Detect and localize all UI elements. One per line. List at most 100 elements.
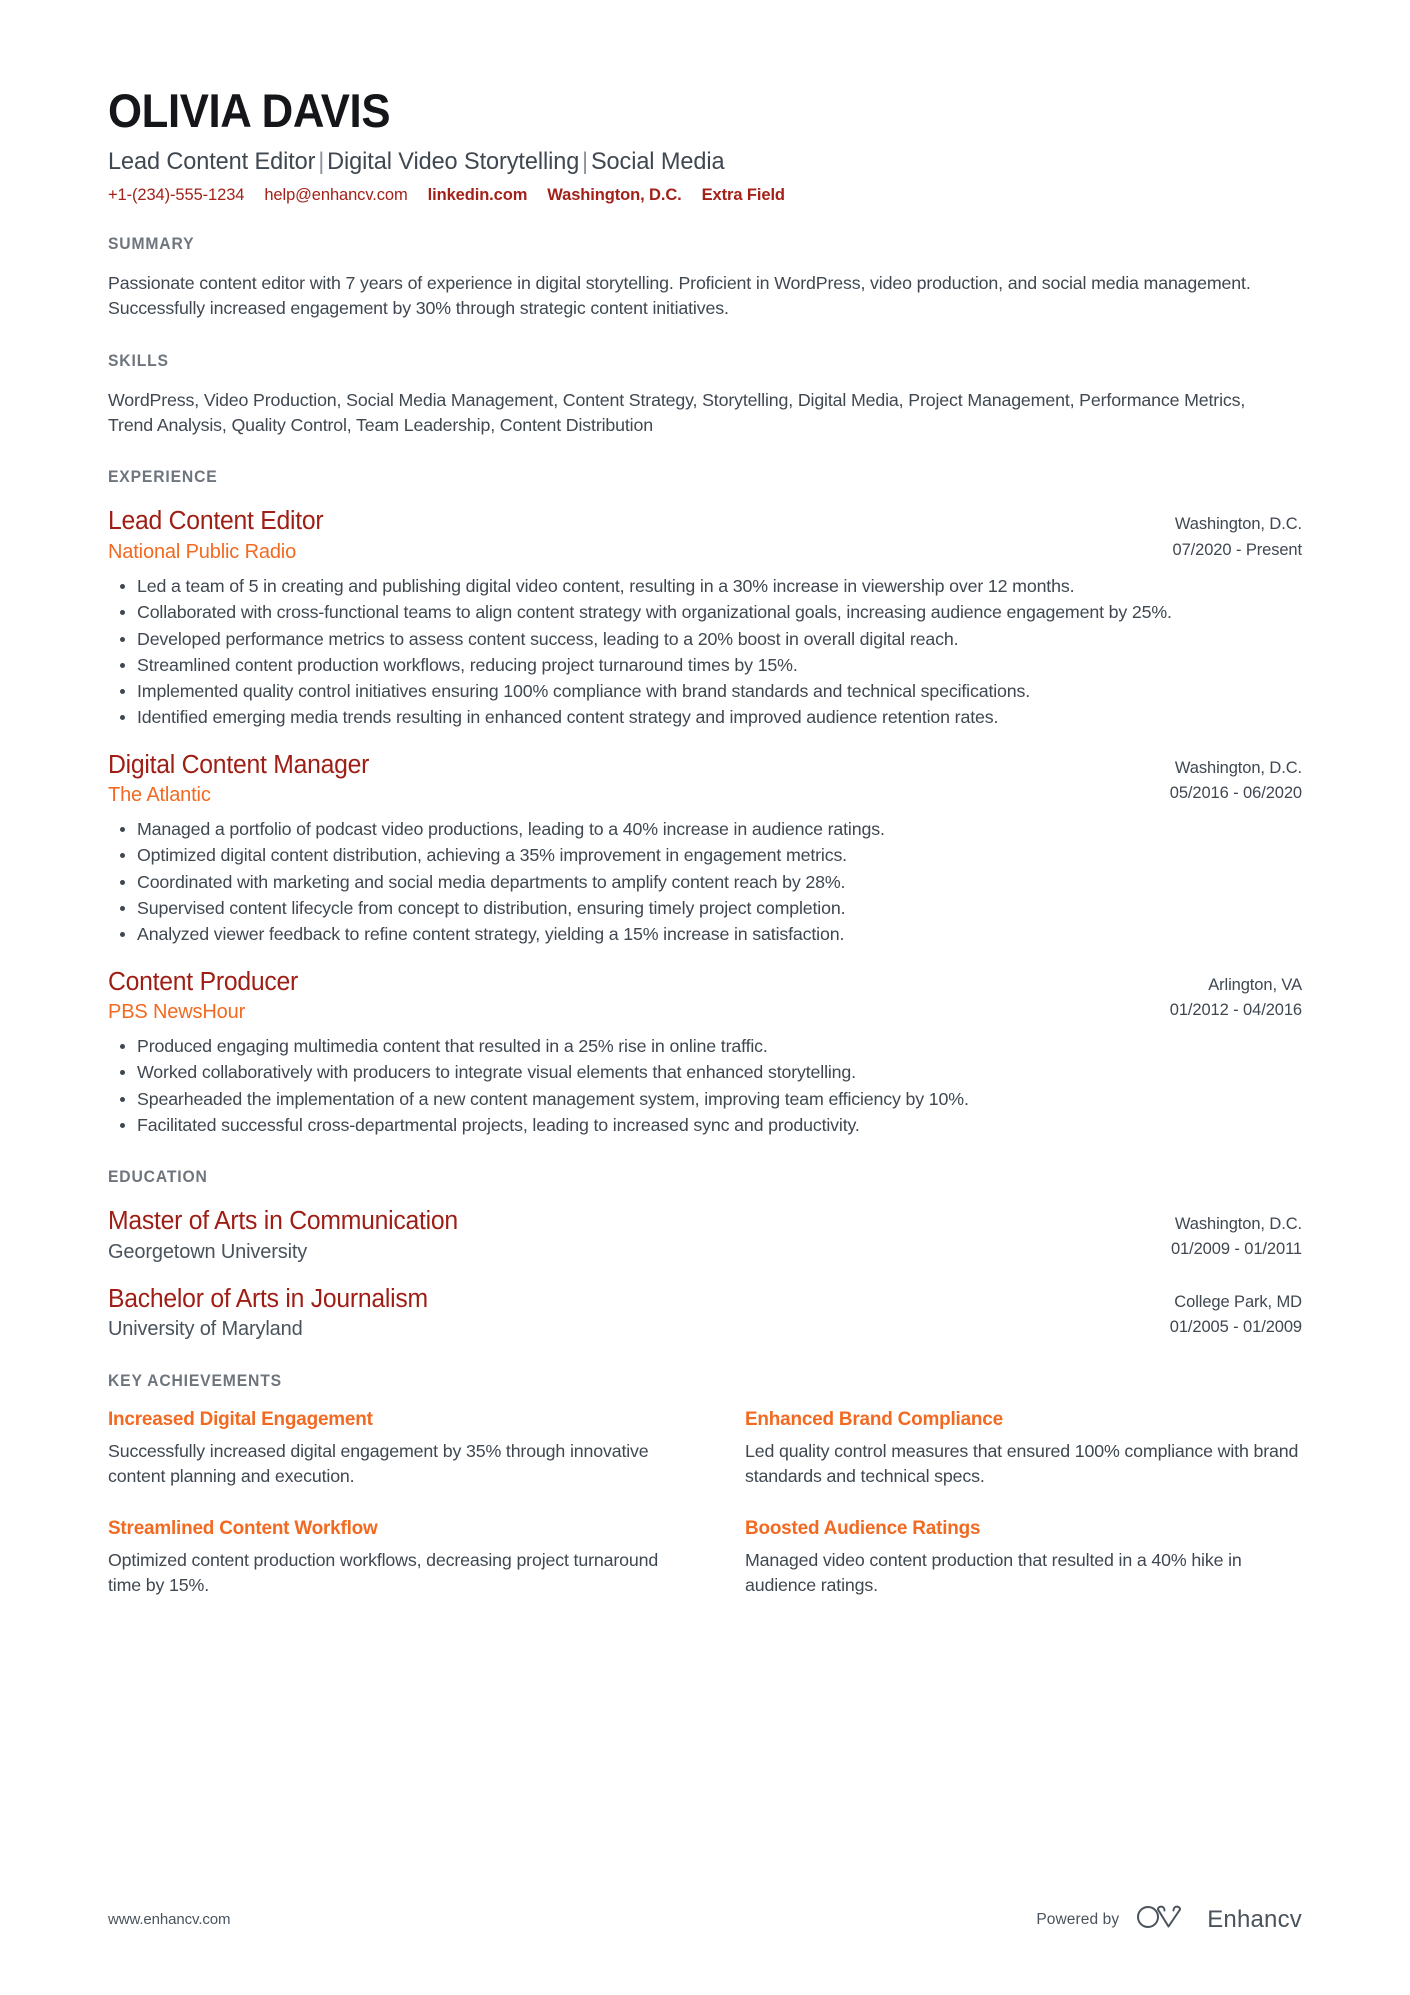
headline-part-1: Lead Content Editor	[108, 147, 316, 175]
section-experience: EXPERIENCE Lead Content Editor National …	[108, 468, 1302, 1138]
experience-entry-right: Washington, D.C. 05/2016 - 06/2020	[1170, 750, 1302, 806]
experience-role: Digital Content Manager	[108, 750, 370, 779]
achievement-title: Enhanced Brand Compliance	[745, 1408, 1003, 1431]
contact-location: Washington, D.C.	[547, 185, 682, 204]
education-school: Georgetown University	[108, 1240, 308, 1263]
education-entry: Bachelor of Arts in Journalism Universit…	[108, 1284, 1302, 1343]
experience-location: Arlington, VA	[1208, 975, 1302, 994]
headline-part-2: Digital Video Storytelling	[327, 147, 580, 175]
experience-bullet: Managed a portfolio of podcast video pro…	[120, 817, 1287, 842]
experience-entry: Digital Content Manager The Atlantic Was…	[108, 750, 1302, 948]
achievement-description: Managed video content production that re…	[745, 1549, 1242, 1595]
education-entry-header: Bachelor of Arts in Journalism Universit…	[108, 1284, 1302, 1343]
section-education: EDUCATION Master of Arts in Communicatio…	[108, 1168, 1302, 1342]
experience-entry: Lead Content Editor National Public Radi…	[108, 506, 1302, 730]
education-degree: Bachelor of Arts in Journalism	[108, 1284, 428, 1313]
education-dates: 01/2005 - 01/2009	[1169, 1317, 1302, 1336]
experience-bullet: Supervised content lifecycle from concep…	[120, 896, 1287, 921]
experience-bullet: Produced engaging multimedia content tha…	[120, 1034, 1287, 1059]
experience-bullet: Implemented quality control initiatives …	[120, 679, 1287, 704]
page-footer: www.enhancv.com Powered by Enhancv	[108, 1904, 1302, 1935]
skills-text: WordPress, Video Production, Social Medi…	[108, 389, 1246, 435]
contact-row: +1-(234)-555-1234 help@enhancv.com linke…	[108, 186, 1302, 205]
experience-entry-header: Digital Content Manager The Atlantic Was…	[108, 750, 1302, 809]
experience-company: National Public Radio	[108, 541, 297, 564]
experience-role: Lead Content Editor	[108, 507, 324, 536]
experience-entry-right: Washington, D.C. 07/2020 - Present	[1172, 506, 1303, 562]
experience-entry-right: Arlington, VA 01/2012 - 04/2016	[1170, 967, 1302, 1023]
contact-linkedin[interactable]: linkedin.com	[428, 186, 528, 205]
section-key-achievements: KEY ACHIEVEMENTS Increased Digital Engag…	[108, 1372, 1302, 1598]
contact-extra-field: Extra Field	[701, 185, 785, 204]
enhancv-brand-name: Enhancv	[1207, 1905, 1302, 1933]
experience-location: Washington, D.C.	[1174, 515, 1302, 534]
experience-dates: 01/2012 - 04/2016	[1169, 1000, 1302, 1019]
experience-bullet: Led a team of 5 in creating and publishi…	[120, 574, 1287, 599]
achievement-item: Increased Digital Engagement Successfull…	[108, 1407, 665, 1489]
education-entry-left: Bachelor of Arts in Journalism Universit…	[108, 1284, 1140, 1343]
resume-header: OLIVIA DAVIS Lead Content Editor | Digital…	[108, 86, 1302, 205]
experience-entry-left: Digital Content Manager The Atlantic	[108, 750, 1140, 809]
section-summary: SUMMARY Passionate content editor with 7…	[108, 235, 1302, 322]
experience-bullet: Analyzed viewer feedback to refine conte…	[120, 922, 1287, 947]
education-dates: 01/2009 - 01/2011	[1170, 1240, 1302, 1259]
footer-brand: Powered by Enhancv	[1036, 1904, 1302, 1935]
education-entry-right: Washington, D.C. 01/2009 - 01/2011	[1171, 1206, 1302, 1262]
contact-email[interactable]: help@enhancv.com	[264, 186, 407, 205]
achievement-description: Successfully increased digital engagemen…	[108, 1440, 649, 1487]
headline-separator-1: |	[318, 147, 325, 175]
experience-role: Content Producer	[108, 967, 298, 996]
education-entry-left: Master of Arts in Communication Georgeto…	[108, 1206, 1141, 1265]
achievement-item: Streamlined Content Workflow Optimized c…	[108, 1516, 665, 1598]
experience-company: The Atlantic	[108, 784, 211, 807]
experience-entry-header: Content Producer PBS NewsHour Arlington,…	[108, 967, 1302, 1026]
section-skills: SKILLS WordPress, Video Production, Soci…	[108, 352, 1302, 439]
experience-bullets: Led a team of 5 in creating and publishi…	[108, 574, 1302, 731]
education-degree: Master of Arts in Communication	[108, 1207, 458, 1236]
experience-bullets: Managed a portfolio of podcast video pro…	[108, 817, 1302, 947]
experience-bullet: Facilitated successful cross-departmenta…	[120, 1113, 1287, 1138]
achievement-title: Increased Digital Engagement	[108, 1408, 373, 1431]
section-title-education: EDUCATION	[108, 1168, 208, 1187]
experience-bullet: Worked collaboratively with producers to…	[120, 1060, 1287, 1085]
education-location: College Park, MD	[1174, 1292, 1302, 1311]
education-location: Washington, D.C.	[1174, 1215, 1302, 1234]
summary-text: Passionate content editor with 7 years o…	[108, 272, 1251, 319]
key-achievements-grid: Increased Digital Engagement Successfull…	[108, 1407, 1302, 1598]
powered-by-label: Powered by	[1036, 1910, 1120, 1928]
achievement-item: Boosted Audience Ratings Managed video c…	[745, 1516, 1302, 1598]
candidate-name: OLIVIA DAVIS	[108, 84, 391, 137]
section-title-key-achievements: KEY ACHIEVEMENTS	[108, 1372, 282, 1391]
experience-dates: 07/2020 - Present	[1172, 540, 1303, 559]
achievement-description: Led quality control measures that ensure…	[745, 1440, 1299, 1487]
experience-bullet: Developed performance metrics to assess …	[120, 627, 1287, 652]
achievement-description: Optimized content production workflows, …	[108, 1549, 659, 1595]
experience-entry-header: Lead Content Editor National Public Radi…	[108, 506, 1302, 565]
section-title-experience: EXPERIENCE	[108, 468, 218, 487]
candidate-headline: Lead Content Editor | Digital Video Storyt…	[108, 147, 1254, 177]
education-entry-right: College Park, MD 01/2005 - 01/2009	[1170, 1284, 1302, 1340]
experience-dates: 05/2016 - 06/2020	[1169, 783, 1302, 802]
education-entry-header: Master of Arts in Communication Georgeto…	[108, 1206, 1302, 1265]
experience-bullet: Spearheaded the implementation of a new …	[120, 1087, 1287, 1112]
achievement-item: Enhanced Brand Compliance Led quality co…	[745, 1407, 1302, 1489]
achievement-title: Streamlined Content Workflow	[108, 1517, 378, 1540]
experience-bullet: Streamlined content production workflows…	[120, 653, 1287, 678]
experience-bullets: Produced engaging multimedia content tha…	[108, 1034, 1302, 1138]
headline-separator-2: |	[582, 147, 589, 175]
achievement-title: Boosted Audience Ratings	[745, 1517, 981, 1540]
headline-part-3: Social Media	[590, 147, 725, 175]
experience-company: PBS NewsHour	[108, 1001, 246, 1024]
experience-entry-left: Content Producer PBS NewsHour	[108, 967, 1140, 1026]
experience-bullet: Identified emerging media trends resulti…	[120, 705, 1287, 730]
section-title-skills: SKILLS	[108, 351, 169, 370]
contact-phone[interactable]: +1-(234)-555-1234	[108, 186, 244, 205]
education-school: University of Maryland	[108, 1318, 303, 1341]
footer-website-url[interactable]: www.enhancv.com	[108, 1911, 231, 1928]
experience-entry: Content Producer PBS NewsHour Arlington,…	[108, 967, 1302, 1139]
resume-page: OLIVIA DAVIS Lead Content Editor | Digital…	[0, 0, 1410, 1995]
education-entry: Master of Arts in Communication Georgeto…	[108, 1206, 1302, 1265]
experience-entry-left: Lead Content Editor National Public Radi…	[108, 506, 1143, 565]
experience-bullet: Optimized digital content distribution, …	[120, 843, 1287, 868]
experience-bullet: Coordinated with marketing and social me…	[120, 870, 1287, 895]
